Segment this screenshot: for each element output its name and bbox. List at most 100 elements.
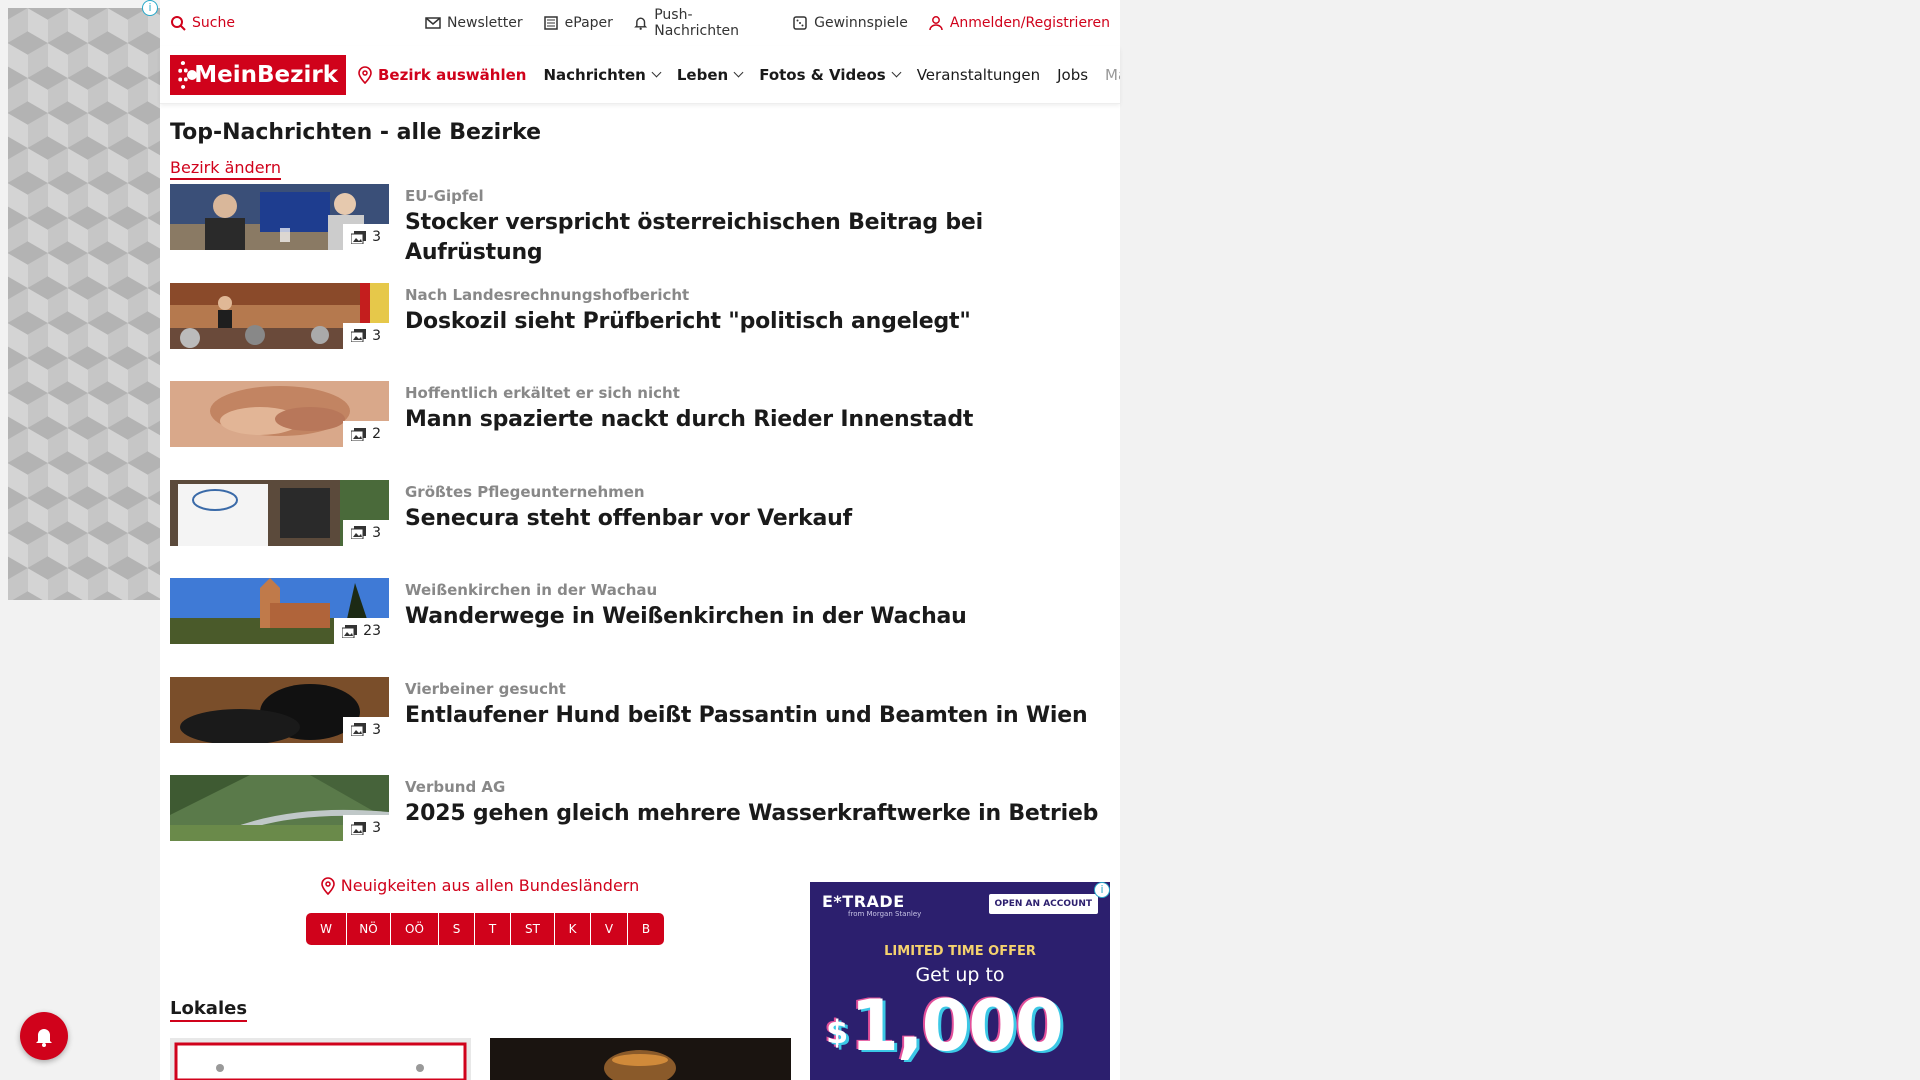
- news-kicker: Weißenkirchen in der Wachau: [405, 581, 658, 599]
- side-ad-banner[interactable]: [8, 8, 160, 600]
- mail-icon: [425, 17, 441, 29]
- news-item[interactable]: 3 Nach Landesrechnungshofbericht Doskozi…: [160, 282, 1120, 382]
- nav-veranstaltungen[interactable]: Veranstaltungen: [917, 66, 1040, 84]
- dice-icon: [793, 16, 807, 30]
- etrade-amount-value: 1,000: [850, 985, 1063, 1067]
- ad-info-icon[interactable]: i: [142, 0, 158, 16]
- login-label: Anmelden/Registrieren: [949, 15, 1110, 31]
- news-kicker: Nach Landesrechnungshofbericht: [405, 285, 690, 304]
- image-icon: [351, 329, 367, 342]
- news-thumbnail[interactable]: 3: [170, 184, 389, 250]
- photo-count-badge: 3: [343, 716, 389, 743]
- news-item[interactable]: 23 Weißenkirchen in der Wachau Wanderweg…: [160, 578, 1120, 677]
- logo-text: MeinBezirk: [194, 61, 338, 88]
- image-icon: [351, 723, 367, 736]
- news-thumbnail[interactable]: 2: [170, 381, 389, 447]
- news-headline[interactable]: Senecura steht offenbar vor Verkauf: [405, 504, 852, 534]
- etrade-getup: Get up to: [915, 964, 1005, 986]
- gewinnspiele-label: Gewinnspiele: [814, 15, 908, 31]
- nav-fotos-videos[interactable]: Fotos & Videos: [759, 65, 902, 84]
- epaper-link[interactable]: ePaper: [543, 7, 613, 39]
- search-button[interactable]: Suche: [170, 15, 235, 31]
- search-icon: [171, 16, 186, 31]
- news-item[interactable]: 3 Verbund AG 2025 gehen gleich mehrere W…: [160, 775, 1120, 874]
- push-notification-button[interactable]: [20, 1012, 68, 1060]
- states-link[interactable]: Neuigkeiten aus allen Bundesländern: [320, 876, 640, 895]
- top-news-title: Top-Nachrichten - alle Bezirke: [170, 120, 542, 145]
- state-button-v[interactable]: V: [591, 912, 628, 945]
- state-button-w[interactable]: W: [306, 912, 347, 945]
- open-account-button[interactable]: OPEN AN ACCOUNT: [988, 894, 1098, 914]
- newsletter-link[interactable]: Newsletter: [425, 7, 523, 39]
- lokales-heading[interactable]: Lokales: [170, 998, 248, 1022]
- news-item[interactable]: 3 Größtes Pflegeunternehmen Senecura ste…: [160, 479, 1120, 579]
- news-thumbnail[interactable]: 3: [170, 676, 389, 743]
- news-thumbnail[interactable]: 3: [170, 479, 389, 546]
- news-headline[interactable]: Doskozil sieht Prüfbericht "politisch an…: [405, 307, 971, 337]
- push-link[interactable]: Push-Nachrichten: [633, 7, 772, 39]
- news-kicker: EU-Gipfel: [405, 187, 484, 205]
- nav-fotos-videos-label: Fotos & Videos: [759, 65, 886, 84]
- image-icon: [351, 526, 367, 539]
- state-button-ooe[interactable]: OÖ: [391, 912, 439, 945]
- news-thumbnail[interactable]: 3: [170, 775, 389, 841]
- state-button-noe[interactable]: NÖ: [347, 912, 391, 945]
- bezirk-change-link[interactable]: Bezirk ändern: [170, 159, 281, 180]
- news-kicker: Vierbeiner gesucht: [405, 679, 566, 698]
- site-logo[interactable]: MeinBezirk: [170, 54, 346, 95]
- photo-count: 3: [372, 229, 381, 245]
- state-button-t[interactable]: T: [475, 912, 511, 945]
- newspaper-icon: [543, 16, 558, 30]
- etrade-amount: $1,000: [826, 985, 1064, 1067]
- news-thumbnail[interactable]: 3: [170, 282, 389, 349]
- image-icon: [342, 624, 358, 638]
- main-nav: MeinBezirk Bezirk auswählen Nachrichten …: [160, 46, 1120, 104]
- lokal-card[interactable]: [170, 1038, 471, 1080]
- location-pin-icon: [358, 65, 372, 84]
- image-icon: [351, 427, 367, 441]
- state-button-s[interactable]: S: [439, 912, 475, 945]
- news-item[interactable]: 2 Hoffentlich erkältet er sich nicht Man…: [160, 381, 1120, 480]
- photo-count: 3: [372, 524, 381, 541]
- gewinnspiele-link[interactable]: Gewinnspiele: [792, 7, 908, 39]
- news-item[interactable]: 3 Vierbeiner gesucht Entlaufener Hund be…: [160, 676, 1120, 776]
- bezirk-select-label: Bezirk auswählen: [378, 65, 527, 84]
- bezirk-select-button[interactable]: Bezirk auswählen: [358, 66, 526, 84]
- news-headline[interactable]: Wanderwege in Weißenkirchen in der Wacha…: [405, 602, 967, 632]
- login-link[interactable]: Anmelden/Registrieren: [928, 15, 1110, 31]
- news-headline[interactable]: Mann spazierte nackt durch Rieder Innens…: [405, 405, 973, 435]
- news-list: 3 EU-Gipfel Stocker verspricht österreic…: [160, 184, 1120, 874]
- user-icon: [929, 16, 943, 31]
- nav-marktplatz[interactable]: Marktplatz: [1105, 66, 1120, 84]
- location-pin-icon: [320, 876, 335, 895]
- logo-icon: [178, 60, 198, 89]
- news-thumbnail[interactable]: 23: [170, 578, 389, 644]
- states-title: Neuigkeiten aus allen Bundesländern: [340, 876, 640, 895]
- news-kicker: Größtes Pflegeunternehmen: [405, 482, 645, 501]
- nav-leben[interactable]: Leben: [676, 65, 744, 84]
- photo-count-badge: 2: [343, 421, 389, 447]
- news-headline[interactable]: 2025 gehen gleich mehrere Wasserkraftwer…: [405, 799, 1098, 829]
- etrade-ad[interactable]: E*TRADE from Morgan Stanley OPEN AN ACCO…: [810, 882, 1110, 1080]
- lokal-card[interactable]: [490, 1038, 791, 1080]
- states-block: Neuigkeiten aus allen Bundesländern W NÖ…: [160, 876, 800, 945]
- photo-count: 3: [372, 820, 381, 836]
- news-item[interactable]: 3 EU-Gipfel Stocker verspricht österreic…: [160, 184, 1120, 283]
- nav-leben-label: Leben: [676, 65, 729, 84]
- nav-jobs[interactable]: Jobs: [1057, 66, 1088, 84]
- news-headline[interactable]: Stocker verspricht österreichischen Beit…: [405, 208, 1120, 268]
- etrade-offer-label: LIMITED TIME OFFER: [884, 944, 1036, 959]
- ad-info-icon[interactable]: i: [1094, 882, 1110, 898]
- nav-nachrichten[interactable]: Nachrichten: [543, 66, 662, 84]
- state-button-k[interactable]: K: [555, 912, 591, 945]
- bell-icon: [36, 1029, 52, 1047]
- photo-count-badge: 3: [343, 815, 389, 841]
- etrade-logo: E*TRADE: [822, 892, 905, 911]
- photo-count: 2: [372, 426, 381, 442]
- utility-bar: Suche Newsletter ePaper Push-Nachrichten…: [160, 0, 1120, 46]
- photo-count: 23: [363, 623, 381, 639]
- state-button-st[interactable]: ST: [511, 912, 555, 945]
- state-button-b[interactable]: B: [628, 912, 664, 945]
- news-headline[interactable]: Entlaufener Hund beißt Passantin und Bea…: [405, 701, 1088, 731]
- photo-count-badge: 3: [343, 322, 389, 349]
